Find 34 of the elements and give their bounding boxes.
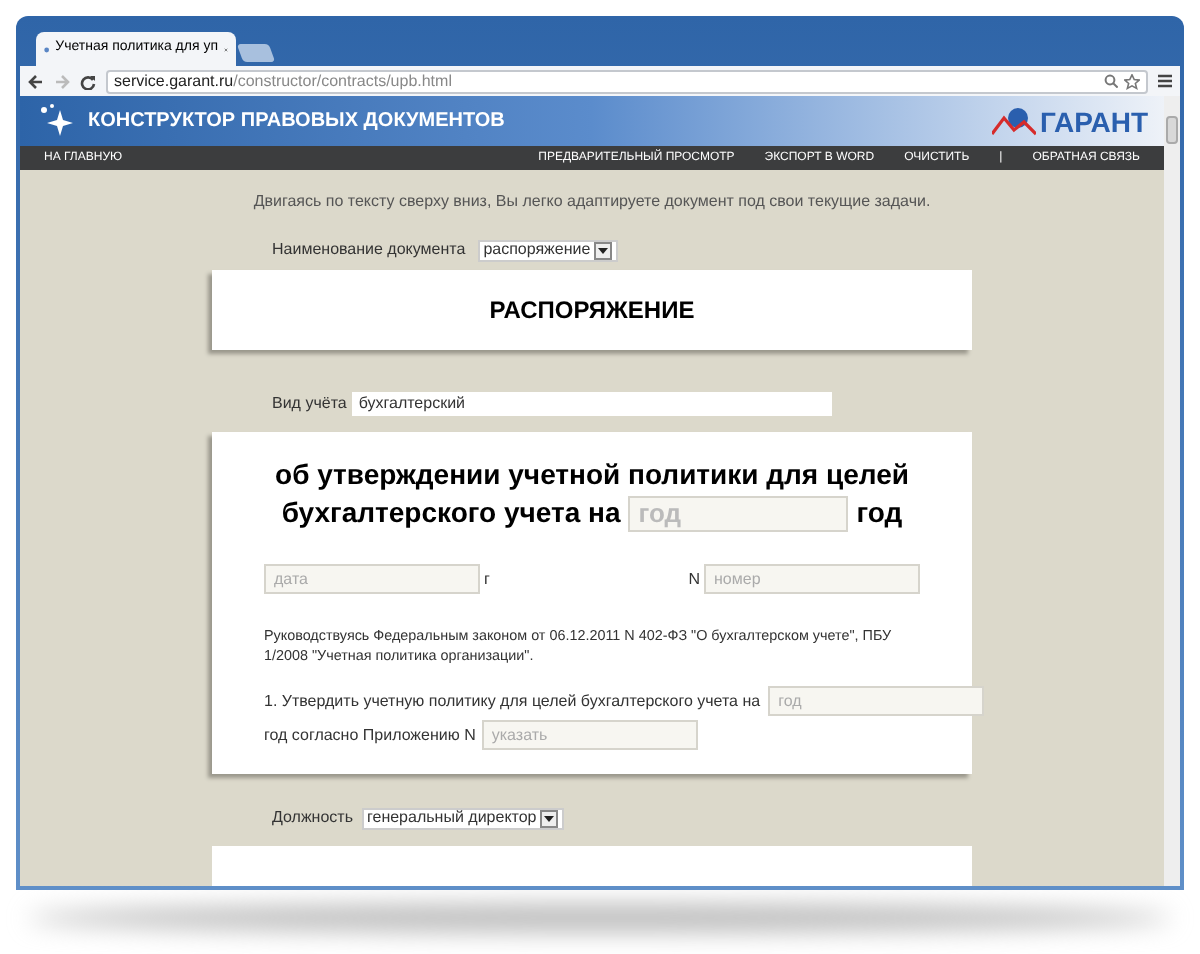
address-bar[interactable]: service.garant.ru/constructor/contracts/upb.html <box>106 69 1148 93</box>
clause-text: год согласно Приложению N <box>264 723 476 747</box>
back-icon[interactable] <box>28 73 44 89</box>
field-label: Вид учёта <box>272 392 347 416</box>
position-select[interactable]: генеральный директор <box>361 807 565 829</box>
clause-text: 1. Утвердить учетную политику для целей бухгалтерского учета на <box>264 689 761 713</box>
field-label: Наименование документа <box>272 238 466 262</box>
input-field[interactable]: номер <box>704 564 920 594</box>
menu-icon[interactable] <box>1158 74 1172 88</box>
input-field[interactable]: год <box>628 495 849 531</box>
order-title: бухгалтерского учета на <box>281 494 621 532</box>
garant-logo: ГАРАНТ <box>991 105 1148 138</box>
url-host: service.garant.ru <box>114 69 234 93</box>
reload-icon[interactable] <box>80 73 96 89</box>
date-suffix: г <box>484 567 490 591</box>
input-field[interactable]: указать <box>481 720 698 750</box>
dropdown-arrow-icon <box>594 241 613 259</box>
input-field[interactable]: год <box>768 686 985 716</box>
field-label: Должность <box>272 806 353 830</box>
order-title: год <box>856 494 903 532</box>
search-icon[interactable] <box>1104 74 1118 88</box>
account-type-field[interactable]: бухгалтерский <box>352 392 833 416</box>
dropdown-arrow-icon <box>540 809 559 827</box>
document-heading: РАСПОРЯЖЕНИЕ <box>489 294 695 328</box>
url-path: /constructor/contracts/upb.html <box>233 69 452 93</box>
scrollbar[interactable] <box>1164 96 1180 886</box>
order-title: об утверждении учетной политики для целей <box>273 456 911 492</box>
number-label: N <box>688 567 700 591</box>
intro-text: Двигаясь по тексту сверху вниз, Вы легко адаптируете документ под свои текущие задачи. <box>253 190 931 214</box>
input-field[interactable]: дата <box>264 564 480 594</box>
document-name-select[interactable]: распоряжение <box>477 239 619 261</box>
new-tab-button[interactable] <box>236 44 276 62</box>
header-title: КОНСТРУКТОР ПРАВОВЫХ ДОКУМЕНТОВ <box>88 108 505 137</box>
star-icon[interactable] <box>1124 73 1140 89</box>
